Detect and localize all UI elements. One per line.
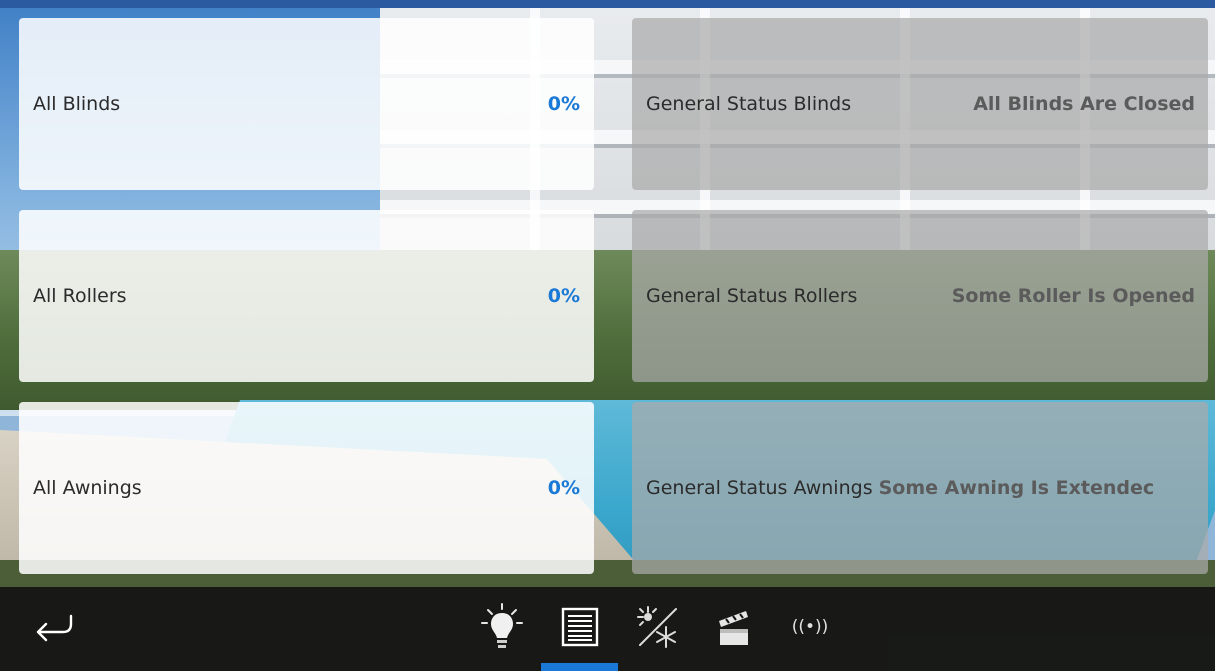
app-window: All Blinds 0% All Rollers 0% All Awnings… [0,0,1215,671]
lightbulb-icon [481,603,523,648]
status-label: General Status Awnings [646,477,873,499]
nav-wireless[interactable]: ((•)) [782,601,838,653]
wireless-signal-icon: ((•)) [791,617,829,637]
bottom-nav-bar: ((•)) [0,587,1215,671]
status-label: General Status Blinds [646,93,852,115]
card-label: All Awnings [33,477,142,499]
scene-clapperboard-icon [719,611,748,645]
card-value: 0% [547,285,580,307]
back-arrow-icon [36,614,73,642]
nav-climate[interactable] [630,601,686,653]
status-rollers-card: General Status Rollers Some Roller Is Op… [632,210,1208,382]
nav-lighting[interactable] [474,601,530,653]
card-label: All Rollers [33,285,127,307]
active-tab-indicator [541,663,618,671]
card-label: All Blinds [33,93,121,115]
status-text: All Blinds Are Closed [973,93,1195,115]
nav-blinds[interactable] [552,601,608,653]
card-value: 0% [547,93,580,115]
back-button[interactable] [28,607,78,647]
all-awnings-card[interactable]: All Awnings 0% [19,402,594,574]
status-text: Some Roller Is Opened [951,285,1195,307]
status-awnings-card: General Status Awnings Some Awning Is Ex… [632,402,1208,574]
status-text: Some Awning Is Extendec [878,477,1155,499]
nav-scenes[interactable] [706,601,762,653]
climate-icon [637,606,677,648]
blinds-icon [561,607,599,647]
all-rollers-card[interactable]: All Rollers 0% [19,210,594,382]
status-blinds-card: General Status Blinds All Blinds Are Clo… [632,18,1208,190]
status-label: General Status Rollers [646,285,858,307]
all-blinds-card[interactable]: All Blinds 0% [19,18,594,190]
card-value: 0% [547,477,580,499]
